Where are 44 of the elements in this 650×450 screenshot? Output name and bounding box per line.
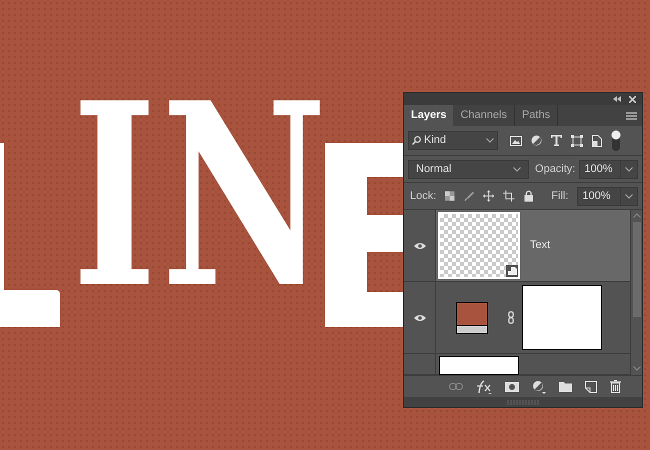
layer-row[interactable]: Text [404,210,630,282]
trash-icon[interactable] [610,380,621,393]
lock-label: Lock: [410,188,436,204]
adjustment-icon[interactable] [532,380,546,394]
folder-icon[interactable] [559,382,572,392]
caret-icon[interactable] [625,194,633,198]
checkerboard-icon[interactable] [445,191,455,201]
move-icon[interactable] [483,190,494,202]
lock-icon[interactable] [524,190,534,202]
menu-icon[interactable] [626,112,637,120]
layer-name: Text [530,238,550,254]
link-icon[interactable] [508,311,514,324]
toggle-icon[interactable] [611,130,621,152]
scrollbar-thumb[interactable] [632,222,640,317]
transform-icon[interactable] [571,134,583,146]
collapse-icon[interactable] [613,96,621,102]
search-icon[interactable] [412,136,421,145]
new-layer-icon[interactable] [585,380,597,392]
fill-label: Fill: [551,188,568,204]
layer-row[interactable] [404,354,630,375]
caret-icon[interactable] [513,166,522,172]
image-icon[interactable] [510,136,522,146]
caret-icon[interactable] [486,138,494,143]
opacity-label: Opacity: [535,162,576,177]
scrollbar[interactable] [630,210,642,375]
opacity-field[interactable]: 100% [579,160,638,178]
brush-icon[interactable] [464,190,474,202]
canvas-text: IN [72,70,332,322]
filter-dropdown[interactable]: Kind [408,131,498,150]
type-icon[interactable] [551,135,562,146]
panel-tab[interactable]: Layers [404,105,454,126]
close-icon[interactable] [629,96,636,102]
document-icon[interactable] [592,134,602,146]
half-circle-icon[interactable] [531,135,542,146]
fill-field[interactable]: 100% [577,186,638,206]
caret-icon[interactable] [625,166,633,172]
layer-row[interactable] [404,282,630,354]
eye-icon[interactable] [414,314,426,322]
smart-object-icon[interactable] [506,265,518,277]
mask-icon[interactable] [505,382,519,392]
blend-mode-dropdown[interactable]: Normal [408,160,530,178]
eye-icon[interactable] [414,242,426,250]
effects-icon[interactable] [476,380,492,394]
resize-grip-icon[interactable] [507,400,539,404]
